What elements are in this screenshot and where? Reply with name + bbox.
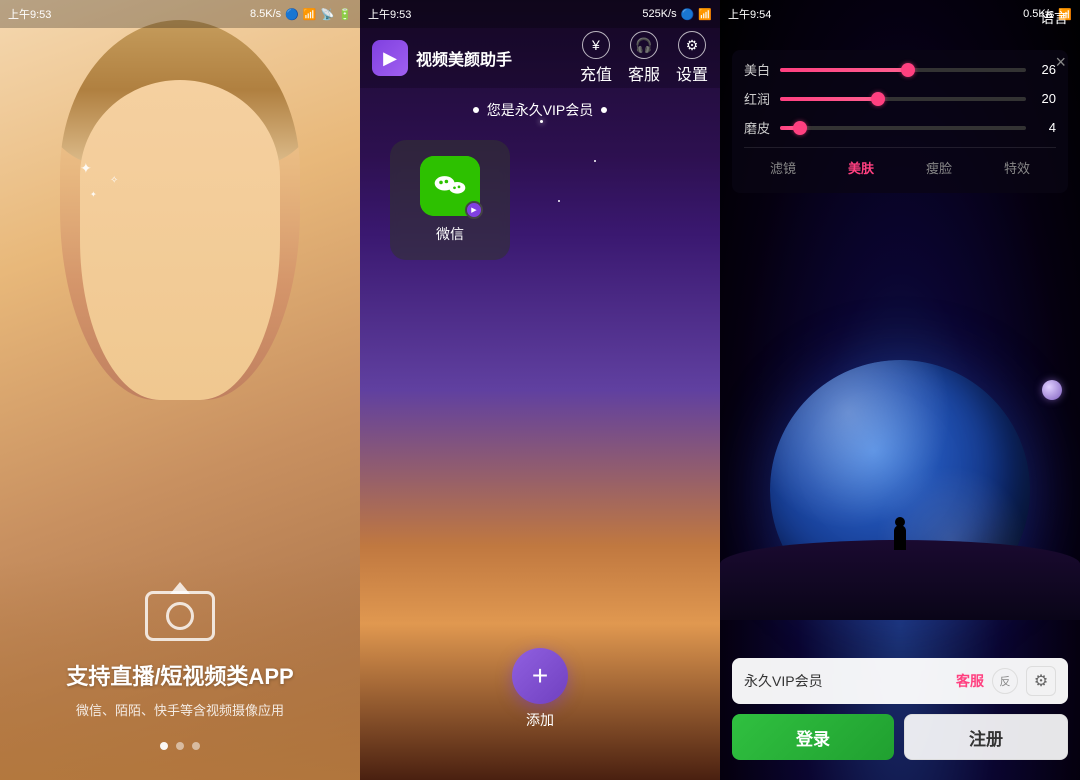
- close-button[interactable]: ×: [1055, 52, 1066, 73]
- planet-surface: [720, 540, 1080, 620]
- p1-signal-icon: 📶: [303, 8, 317, 21]
- vip-badge: 您是永久VIP会员: [360, 100, 720, 120]
- vip-service-button[interactable]: 客服: [956, 671, 984, 691]
- slider-fill-meibai: [780, 68, 908, 72]
- p1-speed: 8.5K/s: [250, 8, 281, 20]
- register-button[interactable]: 注册: [904, 714, 1068, 760]
- slider-thumb-meibai[interactable]: [901, 63, 915, 77]
- slider-row-meibai: 美白 26: [744, 60, 1056, 79]
- service-button[interactable]: 🎧 客服: [628, 31, 660, 85]
- slider-value-meibai: 26: [1034, 62, 1056, 77]
- settings-label: 设置: [676, 61, 708, 85]
- panel1-title: 支持直播/短视频类APP: [66, 659, 293, 691]
- girl-face-inner: [80, 80, 280, 400]
- panel1: ✦ ✧ ✦ 上午9:53 8.5K/s 🔵 📶 📡 🔋 支持直播/短视频类APP…: [0, 0, 360, 780]
- login-button[interactable]: 登录: [732, 714, 894, 760]
- pagination-dots: [0, 742, 360, 750]
- service-label: 客服: [628, 61, 660, 85]
- vip-membership-row: 永久VIP会员 客服 反 ⚙: [732, 658, 1068, 704]
- language-label: 语言: [1040, 10, 1068, 26]
- slider-track-meibai[interactable]: [780, 68, 1026, 72]
- slider-label-mopi: 磨皮: [744, 118, 772, 137]
- slider-label-meibai: 美白: [744, 60, 772, 79]
- p2-header: ▶ 视频美颜助手 ¥ 充值 🎧 客服 ⚙ 设置: [360, 28, 720, 88]
- star-1: [540, 120, 543, 123]
- app-name: 视频美颜助手: [416, 46, 580, 70]
- slider-thumb-hongrun[interactable]: [871, 92, 885, 106]
- dot-3: [192, 742, 200, 750]
- p3-statusbar: 上午9:54 0.5K/s 📶: [720, 0, 1080, 28]
- moon-indicator: [1042, 380, 1062, 400]
- slider-fill-hongrun: [780, 97, 878, 101]
- slider-thumb-mopi[interactable]: [793, 121, 807, 135]
- slider-row-mopi: 磨皮 4: [744, 118, 1056, 137]
- settings-icon: ⚙: [678, 31, 706, 59]
- slider-panel: × 美白 26 红润 20 磨皮: [732, 50, 1068, 193]
- p2-bt-icon: 🔵: [681, 8, 695, 21]
- register-label: 注册: [969, 725, 1003, 750]
- wechat-card[interactable]: 🐧 微信: [390, 140, 510, 260]
- wechat-label: 微信: [436, 224, 464, 244]
- settings-button[interactable]: ⚙ 设置: [676, 31, 708, 85]
- recharge-button[interactable]: ¥ 充值: [580, 31, 612, 85]
- beauty-controls-panel: × 美白 26 红润 20 磨皮: [720, 50, 1080, 193]
- app-logo: ▶: [372, 40, 408, 76]
- slider-label-hongrun: 红润: [744, 89, 772, 108]
- slider-value-hongrun: 20: [1034, 91, 1056, 106]
- p3-status-time: 上午9:54: [728, 6, 771, 22]
- dot-2: [176, 742, 184, 750]
- wechat-badge: [465, 201, 483, 219]
- dot-1: [160, 742, 168, 750]
- p2-speed: 525K/s: [642, 8, 676, 20]
- p1-status-right: 8.5K/s 🔵 📶 📡 🔋: [250, 8, 352, 21]
- p2-statusbar: 上午9:53 525K/s 🔵 📶: [360, 0, 720, 28]
- login-label: 登录: [796, 725, 830, 750]
- panel3: 上午9:54 0.5K/s 📶 语言 × 美白 26 红润: [720, 0, 1080, 780]
- vip-dot-right: [601, 107, 607, 113]
- figure-silhouette: [894, 525, 906, 550]
- add-button[interactable]: + 添加: [512, 648, 568, 730]
- tab-filter[interactable]: 滤镜: [762, 156, 804, 179]
- slider-row-hongrun: 红润 20: [744, 89, 1056, 108]
- header-actions: ¥ 充值 🎧 客服 ⚙ 设置: [580, 31, 708, 85]
- p1-wifi-icon: 📡: [321, 8, 335, 21]
- add-label: 添加: [526, 710, 554, 730]
- tab-effect[interactable]: 特效: [996, 156, 1038, 179]
- vip-membership-label: 永久VIP会员: [744, 671, 823, 691]
- action-buttons: 登录 注册: [732, 714, 1068, 760]
- camera-icon: [145, 591, 215, 641]
- slider-value-mopi: 4: [1034, 120, 1056, 135]
- vip-dot-left: [473, 107, 479, 113]
- wechat-icon: 🐧: [420, 156, 480, 216]
- tab-slim[interactable]: 瘦脸: [918, 156, 960, 179]
- beauty-tabs: 滤镜 美肤 瘦脸 特效: [744, 147, 1056, 183]
- recharge-label: 充值: [580, 61, 612, 85]
- language-button[interactable]: 语言: [1040, 8, 1068, 28]
- recharge-icon: ¥: [582, 31, 610, 59]
- star-2: [594, 160, 596, 162]
- p1-bt-icon: 🔵: [285, 8, 299, 21]
- p2-status-time: 上午9:53: [368, 6, 411, 22]
- add-circle-icon: +: [512, 648, 568, 704]
- camera-lens: [166, 602, 194, 630]
- panel2: 上午9:53 525K/s 🔵 📶 ▶ 视频美颜助手 ¥ 充值 🎧 客服 ⚙ 设…: [360, 0, 720, 780]
- p2-signal: 📶: [698, 8, 712, 21]
- star-3: [558, 200, 560, 202]
- tab-skin[interactable]: 美肤: [840, 156, 882, 179]
- p1-battery-icon: 🔋: [338, 8, 352, 21]
- service-icon: 🎧: [630, 31, 658, 59]
- slider-track-mopi[interactable]: [780, 126, 1026, 130]
- p3-bottom-bar: 永久VIP会员 客服 反 ⚙ 登录 注册: [720, 648, 1080, 780]
- face-sparkles: ✦ ✧ ✦: [80, 160, 140, 220]
- gear-button[interactable]: ⚙: [1026, 666, 1056, 696]
- vip-text: 您是永久VIP会员: [487, 100, 594, 120]
- feedback-button[interactable]: 反: [992, 668, 1018, 694]
- slider-track-hongrun[interactable]: [780, 97, 1026, 101]
- panel1-subtitle: 微信、陌陌、快手等含视频摄像应用: [76, 701, 284, 721]
- p1-status-time: 上午9:53: [8, 6, 51, 22]
- p2-status-right: 525K/s 🔵 📶: [642, 8, 712, 21]
- vip-row-actions: 客服 反 ⚙: [956, 666, 1056, 696]
- plus-icon: +: [532, 660, 548, 692]
